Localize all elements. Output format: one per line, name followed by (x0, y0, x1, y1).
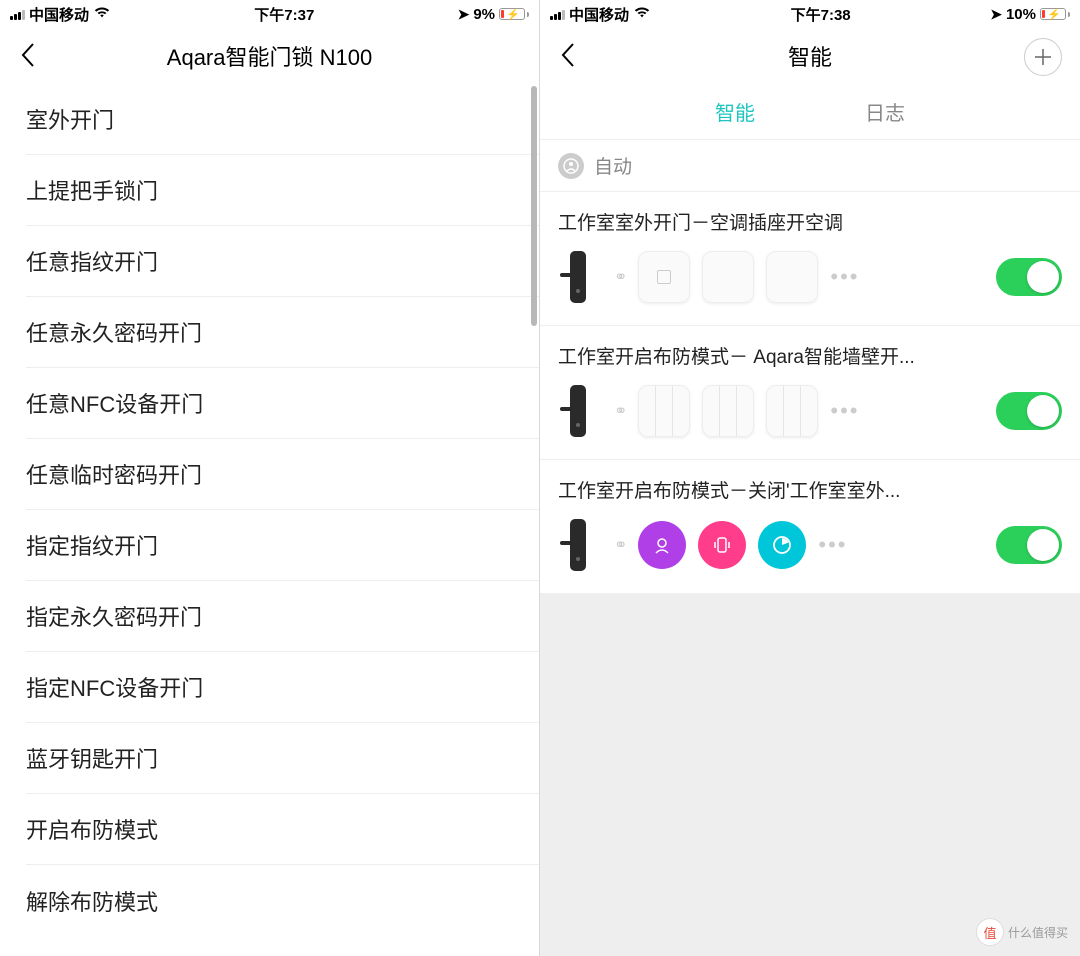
tab-smart[interactable]: 智能 (715, 97, 755, 126)
automation-toggle[interactable] (996, 526, 1062, 564)
list-item[interactable]: 指定指纹开门 (26, 510, 539, 581)
scene-icon (698, 521, 746, 569)
list-item[interactable]: 任意NFC设备开门 (26, 368, 539, 439)
scrollbar[interactable] (531, 86, 537, 956)
nav-bar-right: 智能 (540, 28, 1080, 84)
status-bar-left: 中国移动 下午7:37 ➤ 9% ⚡ (0, 0, 539, 28)
doorlock-icon (558, 381, 602, 441)
list-item[interactable]: 开启布防模式 (26, 794, 539, 865)
carrier-label: 中国移动 (29, 4, 89, 25)
wallswitch-icon (702, 251, 754, 303)
battery-pct: 9% (473, 6, 495, 23)
tabs: 智能 日志 (540, 84, 1080, 140)
list-item[interactable]: 任意永久密码开门 (26, 297, 539, 368)
back-button[interactable] (560, 42, 588, 70)
list-item[interactable]: 室外开门 (26, 84, 539, 155)
watermark-badge: 值 (976, 918, 1004, 946)
wallswitch-icon (766, 251, 818, 303)
trigger-list: 室外开门 上提把手锁门 任意指纹开门 任意永久密码开门 任意NFC设备开门 任意… (0, 84, 539, 956)
signal-icon (550, 8, 565, 20)
location-icon: ➤ (990, 6, 1002, 23)
more-icon: ••• (818, 532, 847, 558)
right-pane: 中国移动 下午7:38 ➤ 10% ⚡ 智能 智能 日志 (540, 0, 1080, 956)
automation-item[interactable]: 工作室开启布防模式－关闭'工作室室外... ⚭ ••• (540, 460, 1080, 594)
list-item[interactable]: 任意指纹开门 (26, 226, 539, 297)
list-item[interactable]: 蓝牙钥匙开门 (26, 723, 539, 794)
status-time: 下午7:38 (791, 4, 851, 25)
more-icon: ••• (830, 264, 859, 290)
wifi-icon (633, 5, 651, 23)
doorlock-icon (558, 515, 602, 575)
back-button[interactable] (20, 42, 48, 70)
status-time: 下午7:37 (254, 4, 314, 25)
wifi-icon (93, 5, 111, 23)
nav-bar-left: Aqara智能门锁 N100 (0, 28, 539, 84)
automation-item[interactable]: 工作室开启布防模式－ Aqara智能墙壁开... ⚭ ••• (540, 326, 1080, 460)
automation-toggle[interactable] (996, 392, 1062, 430)
scene-icon (638, 521, 686, 569)
auto-icon (558, 153, 584, 179)
left-pane: 中国移动 下午7:37 ➤ 9% ⚡ Aqara智能门锁 N100 室外开门 上… (0, 0, 540, 956)
list-item[interactable]: 上提把手锁门 (26, 155, 539, 226)
list-item[interactable]: 解除布防模式 (26, 865, 539, 936)
status-bar-right: 中国移动 下午7:38 ➤ 10% ⚡ (540, 0, 1080, 28)
link-icon: ⚭ (614, 401, 626, 421)
watermark: 值 什么值得买 (976, 918, 1068, 946)
automation-item[interactable]: 工作室室外开门－空调插座开空调 ⚭ ••• (540, 192, 1080, 326)
empty-area (540, 594, 1080, 956)
outlet-icon (638, 251, 690, 303)
automation-toggle[interactable] (996, 258, 1062, 296)
section-auto: 自动 (540, 140, 1080, 192)
watermark-text: 什么值得买 (1008, 924, 1068, 941)
page-title: 智能 (788, 40, 832, 72)
wallswitch3-icon (638, 385, 690, 437)
list-item[interactable]: 指定永久密码开门 (26, 581, 539, 652)
scrollbar-thumb[interactable] (531, 86, 537, 326)
signal-icon (10, 8, 25, 20)
link-icon: ⚭ (614, 535, 626, 555)
automation-title: 工作室开启布防模式－关闭'工作室室外... (558, 476, 1062, 503)
battery-pct: 10% (1006, 6, 1036, 23)
wallswitch3-icon (766, 385, 818, 437)
more-icon: ••• (830, 398, 859, 424)
link-icon: ⚭ (614, 267, 626, 287)
battery-icon: ⚡ (1040, 8, 1070, 20)
add-button[interactable] (1024, 38, 1062, 76)
automation-title: 工作室开启布防模式－ Aqara智能墙壁开... (558, 342, 1062, 369)
location-icon: ➤ (458, 6, 470, 23)
doorlock-icon (558, 247, 602, 307)
scene-icon (758, 521, 806, 569)
battery-icon: ⚡ (499, 8, 529, 20)
automation-title: 工作室室外开门－空调插座开空调 (558, 208, 1062, 235)
section-label: 自动 (594, 152, 632, 179)
tab-log[interactable]: 日志 (865, 97, 905, 126)
list-item[interactable]: 指定NFC设备开门 (26, 652, 539, 723)
carrier-label: 中国移动 (569, 4, 629, 25)
page-title: Aqara智能门锁 N100 (167, 40, 372, 72)
wallswitch3-icon (702, 385, 754, 437)
list-item[interactable]: 任意临时密码开门 (26, 439, 539, 510)
